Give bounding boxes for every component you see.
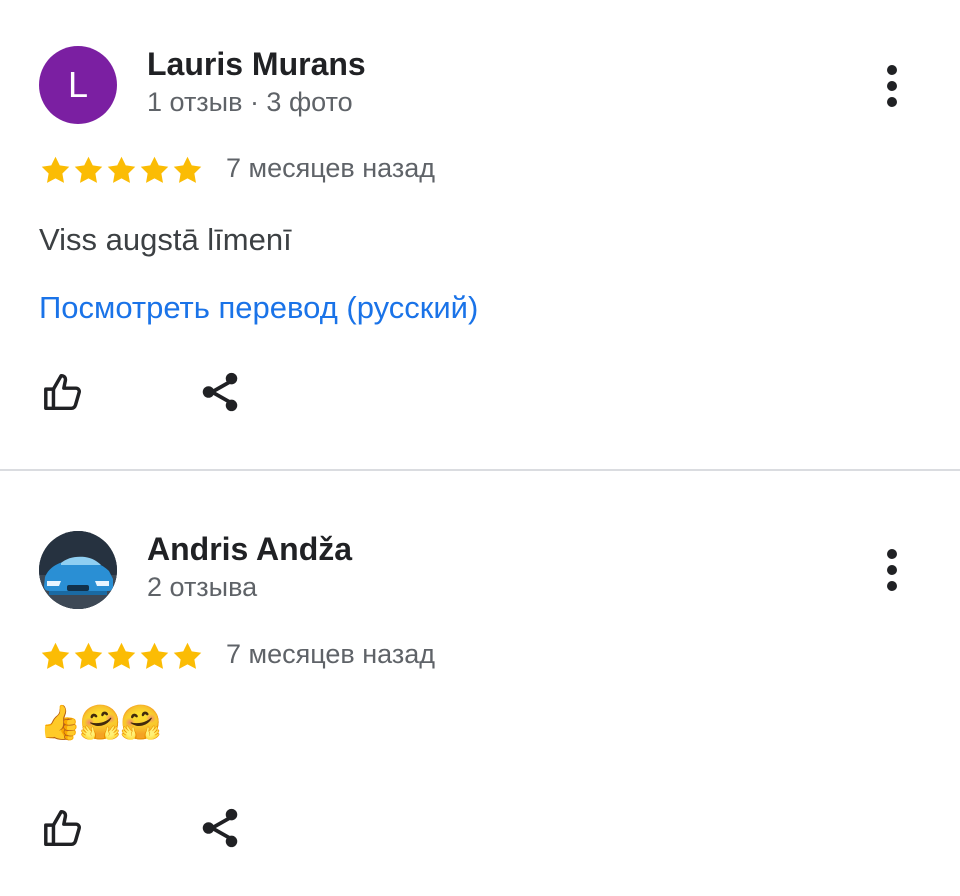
- review-date: 7 месяцев назад: [226, 639, 436, 669]
- star-icon: [140, 156, 169, 183]
- review-date: 7 месяцев назад: [226, 153, 436, 183]
- share-button[interactable]: [194, 802, 246, 854]
- avatar[interactable]: [39, 531, 117, 609]
- more-vert-icon: [887, 549, 897, 559]
- more-options-button[interactable]: [868, 62, 916, 110]
- more-options-button[interactable]: [868, 546, 916, 594]
- review-card: Andris Andža 2 отзыва 7 месяцев назад 👍🤗…: [0, 471, 960, 896]
- review-card: L Lauris Murans 1 отзыв · 3 фото 7 месяц…: [0, 0, 960, 469]
- more-vert-icon: [887, 65, 897, 75]
- star-icon: [74, 642, 103, 669]
- author-meta: 1 отзыв · 3 фото: [147, 87, 353, 117]
- review-text: Viss augstā līmenī: [39, 222, 292, 257]
- share-icon: [202, 808, 238, 848]
- share-icon: [202, 372, 238, 412]
- star-icon: [41, 642, 70, 669]
- like-button[interactable]: [38, 802, 90, 854]
- rating-stars: [39, 640, 204, 673]
- star-icon: [140, 642, 169, 669]
- star-icon: [107, 156, 136, 183]
- author-name[interactable]: Andris Andža: [147, 531, 352, 568]
- star-icon: [107, 642, 136, 669]
- thumbs-up-icon: [44, 373, 81, 411]
- author-name[interactable]: Lauris Murans: [147, 46, 366, 83]
- thumbs-up-icon: [44, 809, 81, 847]
- like-button[interactable]: [38, 366, 90, 418]
- star-icon: [173, 642, 202, 669]
- share-button[interactable]: [194, 366, 246, 418]
- star-icon: [41, 156, 70, 183]
- author-meta: 2 отзыва: [147, 572, 258, 602]
- star-icon: [74, 156, 103, 183]
- rating-stars: [39, 154, 204, 187]
- car-photo-icon: [39, 531, 117, 609]
- see-translation-link[interactable]: Посмотреть перевод (русский): [39, 290, 478, 326]
- avatar[interactable]: L: [39, 46, 117, 124]
- star-icon: [173, 156, 202, 183]
- review-text: 👍🤗🤗: [39, 704, 162, 742]
- avatar-letter: L: [67, 64, 89, 105]
